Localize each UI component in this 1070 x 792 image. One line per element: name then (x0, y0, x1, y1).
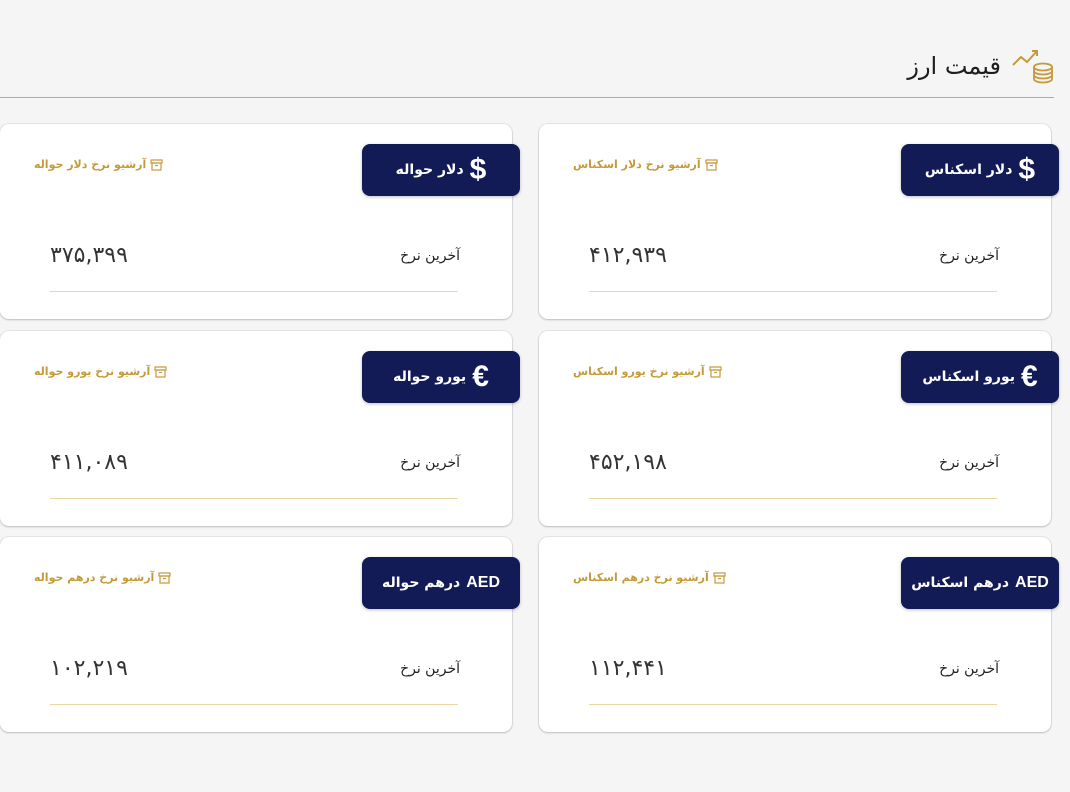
latest-rate-value: ۳۷۵,۳۹۹ (50, 243, 128, 268)
archive-icon (154, 365, 167, 378)
rate-underline (50, 498, 458, 499)
archive-label: آرشیو نرخ دلار حواله (34, 158, 147, 171)
rate-underline (589, 704, 997, 705)
archive-link[interactable]: آرشیو نرخ یورو اسکناس (573, 365, 722, 378)
dollar-icon: $ (1018, 153, 1036, 186)
archive-link[interactable]: آرشیو نرخ درهم حواله (34, 571, 171, 584)
currency-card-aed-transfer: AED درهم حواله آرشیو نرخ درهم حواله آخری… (0, 537, 520, 732)
archive-link[interactable]: آرشیو نرخ یورو حواله (34, 365, 167, 378)
archive-label: آرشیو نرخ درهم حواله (34, 571, 155, 584)
currency-badge[interactable]: AED درهم اسکناس (901, 557, 1059, 609)
latest-rate-value: ۴۵۲,۱۹۸ (589, 450, 667, 475)
latest-rate-label: آخرین نرخ (939, 661, 999, 677)
archive-icon (709, 365, 722, 378)
archive-link[interactable]: آرشیو نرخ دلار اسکناس (573, 158, 718, 171)
currency-card-aed-cash: AED درهم اسکناس آرشیو نرخ درهم اسکناس آخ… (539, 537, 1059, 732)
currency-badge[interactable]: € یورو حواله (362, 351, 520, 403)
currency-name: دلار اسکناس (924, 162, 1013, 178)
latest-rate-label: آخرین نرخ (400, 455, 460, 471)
latest-rate-label: آخرین نرخ (400, 661, 460, 677)
latest-rate-label: آخرین نرخ (400, 248, 460, 264)
aed-icon: AED (1015, 574, 1049, 591)
latest-rate-value: ۱۱۲,۴۴۱ (589, 656, 667, 681)
archive-icon (158, 571, 171, 584)
currency-name: یورو حواله (393, 369, 467, 385)
archive-icon (705, 158, 718, 171)
header-divider (0, 97, 1054, 98)
euro-icon: € (472, 360, 489, 393)
currency-card-usd-transfer: $ دلار حواله آرشیو نرخ دلار حواله آخرین … (0, 124, 520, 319)
currency-badge[interactable]: € یورو اسکناس (901, 351, 1059, 403)
archive-link[interactable]: آرشیو نرخ درهم اسکناس (573, 571, 726, 584)
currency-card-eur-cash: € یورو اسکناس آرشیو نرخ یورو اسکناس آخری… (539, 331, 1059, 526)
latest-rate-label: آخرین نرخ (939, 248, 999, 264)
aed-icon: AED (466, 574, 500, 591)
coins-growth-icon (1012, 50, 1053, 84)
archive-link[interactable]: آرشیو نرخ دلار حواله (34, 158, 163, 171)
currency-name: درهم اسکناس (911, 575, 1010, 591)
currency-card-eur-transfer: € یورو حواله آرشیو نرخ یورو حواله آخرین … (0, 331, 520, 526)
currency-prices-page: قیمت ارز $ دلار اسکناس آرشیو نرخ دلار اس… (0, 0, 1070, 792)
currency-card-usd-cash: $ دلار اسکناس آرشیو نرخ دلار اسکناس آخری… (539, 124, 1059, 319)
currency-name: دلار حواله (395, 162, 464, 178)
archive-label: آرشیو نرخ یورو حواله (34, 365, 151, 378)
page-title: قیمت ارز (907, 52, 1001, 80)
currency-badge[interactable]: AED درهم حواله (362, 557, 520, 609)
dollar-icon: $ (469, 153, 487, 186)
latest-rate-label: آخرین نرخ (939, 455, 999, 471)
rate-underline (50, 704, 458, 705)
currency-name: درهم حواله (382, 575, 461, 591)
currency-badge[interactable]: $ دلار اسکناس (901, 144, 1059, 196)
section-header: قیمت ارز (907, 38, 1055, 94)
currency-name: یورو اسکناس (922, 369, 1015, 385)
archive-label: آرشیو نرخ درهم اسکناس (573, 571, 709, 584)
archive-icon (713, 571, 726, 584)
archive-label: آرشیو نرخ یورو اسکناس (573, 365, 705, 378)
archive-label: آرشیو نرخ دلار اسکناس (573, 158, 701, 171)
latest-rate-value: ۴۱۲,۹۳۹ (589, 243, 667, 268)
latest-rate-value: ۴۱۱,۰۸۹ (50, 450, 128, 475)
rate-underline (589, 291, 997, 292)
euro-icon: € (1020, 360, 1038, 393)
latest-rate-value: ۱۰۲,۲۱۹ (50, 656, 128, 681)
rate-underline (50, 291, 458, 292)
currency-badge[interactable]: $ دلار حواله (362, 144, 520, 196)
rate-underline (589, 498, 997, 499)
archive-icon (150, 158, 163, 171)
